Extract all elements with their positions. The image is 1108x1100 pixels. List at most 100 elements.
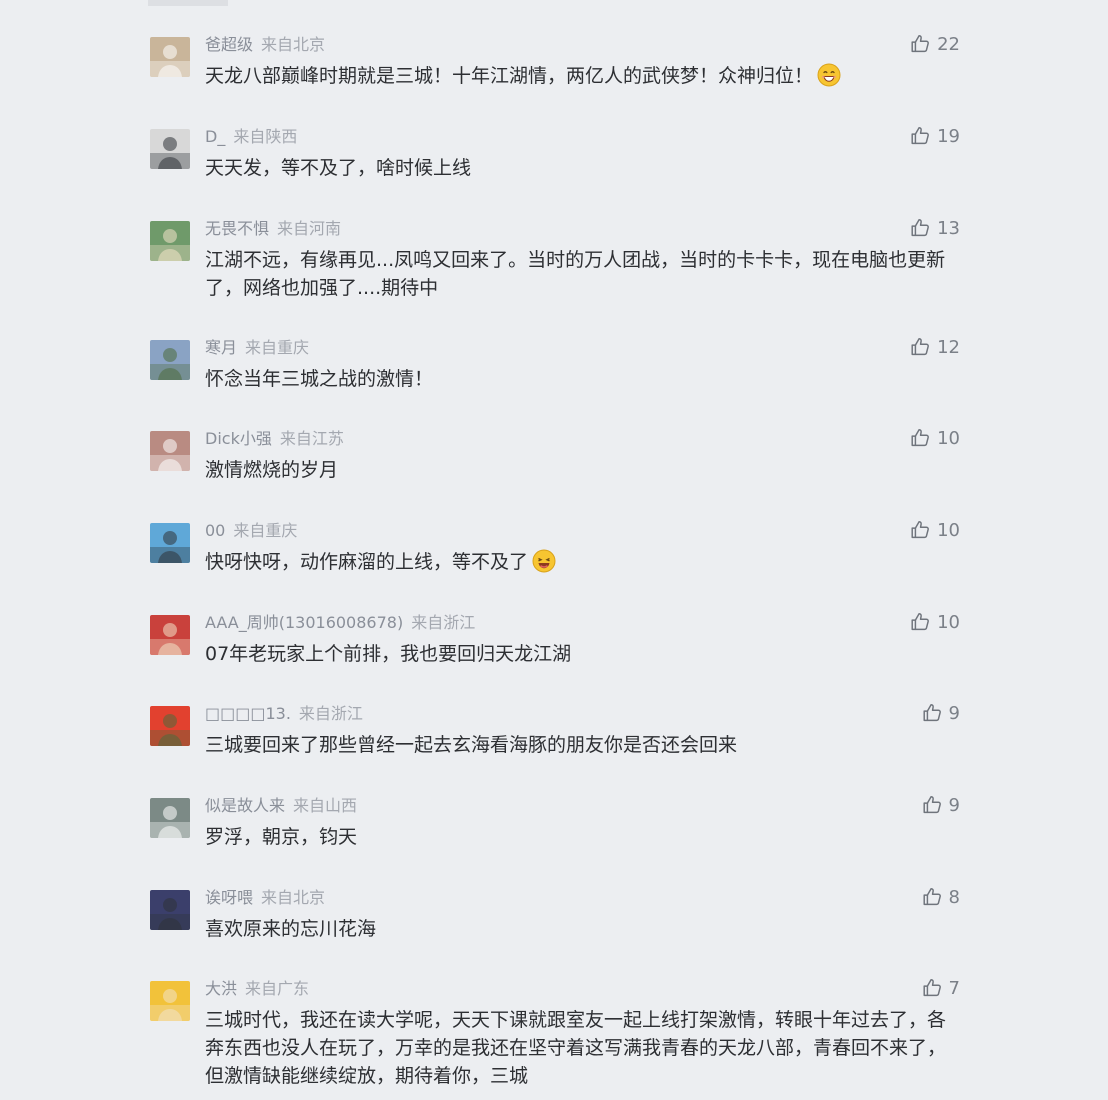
comment-text: 天龙八部巅峰时期就是三城！十年江湖情，两亿人的武侠梦！众神归位！: [205, 62, 960, 90]
username[interactable]: 爸超级: [205, 35, 253, 54]
comment-meta: 大洪 来自广东: [205, 978, 309, 1000]
comment-body: 罗浮，朝京，钧天: [205, 826, 358, 848]
comment-body: 天天发，等不及了，啥时候上线: [205, 157, 472, 179]
comment-text: 07年老玩家上个前排，我也要回归天龙江湖: [205, 640, 960, 668]
username[interactable]: 寒月: [205, 338, 237, 357]
like-button[interactable]: 10: [909, 610, 960, 634]
comment-body: 天龙八部巅峰时期就是三城！十年江湖情，两亿人的武侠梦！众神归位！: [205, 65, 814, 87]
like-count: 22: [937, 33, 960, 55]
comment-body: 怀念当年三城之战的激情！: [205, 368, 434, 390]
comment-text: 三城时代，我还在读大学呢，天天下课就跟室友一起上线打架激情，转眼十年过去了，各奔…: [205, 1006, 960, 1090]
avatar[interactable]: [150, 340, 190, 380]
thumbs-up-icon: [909, 125, 931, 147]
like-button[interactable]: 9: [921, 701, 960, 725]
grinning-emoji-icon: [817, 63, 841, 87]
comment-text: 激情燃烧的岁月: [205, 456, 960, 484]
comment-meta: □□□□13. 来自浙江: [205, 703, 363, 725]
username[interactable]: 似是故人来: [205, 796, 285, 815]
like-count: 9: [948, 794, 960, 816]
location: 来自北京: [261, 888, 326, 907]
avatar[interactable]: [150, 890, 190, 930]
location: 来自重庆: [245, 338, 310, 357]
location: 来自河南: [277, 219, 342, 238]
thumbs-up-icon: [909, 519, 931, 541]
comment-meta: 无畏不惧 来自河南: [205, 218, 341, 240]
avatar[interactable]: [150, 981, 190, 1021]
avatar[interactable]: [150, 523, 190, 563]
comment-body: 07年老玩家上个前排，我也要回归天龙江湖: [205, 643, 572, 665]
like-button[interactable]: 13: [909, 216, 960, 240]
thumbs-up-icon: [909, 427, 931, 449]
like-count: 10: [937, 427, 960, 449]
username[interactable]: 诶呀喂: [205, 888, 253, 907]
comment-body: 喜欢原来的忘川花海: [205, 918, 377, 940]
comment-text: 怀念当年三城之战的激情！: [205, 365, 960, 393]
comment-meta: Dick小强 来自江苏: [205, 428, 344, 450]
thumbs-up-icon: [921, 977, 943, 999]
avatar[interactable]: [150, 129, 190, 169]
comment-item: 爸超级 来自北京 22 天龙八部巅峰时期就是三城！十年江湖情，两亿人的武侠梦！众神归位…: [148, 28, 960, 120]
avatar[interactable]: [150, 221, 190, 261]
thumbs-up-icon: [909, 336, 931, 358]
like-count: 10: [937, 611, 960, 633]
username[interactable]: □□□□13.: [205, 704, 291, 723]
comment-page: 爸超级 来自北京 22 天龙八部巅峰时期就是三城！十年江湖情，两亿人的武侠梦！众神归位…: [0, 0, 1108, 1100]
location: 来自广东: [245, 979, 310, 998]
clipped-header-text: [148, 0, 228, 6]
laughing-emoji-icon: [532, 549, 556, 573]
like-count: 10: [937, 519, 960, 541]
like-count: 8: [948, 886, 960, 908]
avatar[interactable]: [150, 706, 190, 746]
comment-meta: AAA_周帅(13016008678) 来自浙江: [205, 612, 475, 634]
comment-meta: 似是故人来 来自山西: [205, 795, 357, 817]
username[interactable]: D_: [205, 127, 225, 146]
like-count: 19: [937, 125, 960, 147]
location: 来自江苏: [279, 429, 344, 448]
comment-text: 天天发，等不及了，啥时候上线: [205, 154, 960, 182]
comment-body: 三城时代，我还在读大学呢，天天下课就跟室友一起上线打架激情，转眼十年过去了，各奔…: [205, 1009, 947, 1087]
comment-body: 快呀快呀，动作麻溜的上线，等不及了: [205, 551, 529, 573]
like-count: 9: [948, 702, 960, 724]
avatar[interactable]: [150, 798, 190, 838]
username[interactable]: 00: [205, 521, 225, 540]
location: 来自山西: [293, 796, 358, 815]
location: 来自陕西: [233, 127, 298, 146]
like-button[interactable]: 9: [921, 793, 960, 817]
like-button[interactable]: 10: [909, 518, 960, 542]
like-button[interactable]: 10: [909, 426, 960, 450]
thumbs-up-icon: [921, 886, 943, 908]
comment-item: 大洪 来自广东 7 三城时代，我还在读大学呢，天天下课就跟室友一起上线打架激情，转眼十…: [148, 972, 960, 1097]
avatar[interactable]: [150, 615, 190, 655]
comment-meta: 00 来自重庆: [205, 520, 297, 542]
like-button[interactable]: 12: [909, 335, 960, 359]
comment-text: 快呀快呀，动作麻溜的上线，等不及了: [205, 548, 960, 576]
comment-item: AAA_周帅(13016008678) 来自浙江 10 07年老玩家上个前排，我也要回…: [148, 606, 960, 697]
comment-meta: 寒月 来自重庆: [205, 337, 309, 359]
comment-item: 似是故人来 来自山西 9 罗浮，朝京，钧天: [148, 789, 960, 881]
like-button[interactable]: 8: [921, 885, 960, 909]
comment-body: 激情燃烧的岁月: [205, 459, 339, 481]
comment-meta: 爸超级 来自北京: [205, 34, 325, 56]
avatar[interactable]: [150, 37, 190, 77]
like-count: 7: [948, 977, 960, 999]
username[interactable]: Dick小强: [205, 429, 272, 448]
thumbs-up-icon: [909, 217, 931, 239]
comment-meta: D_ 来自陕西: [205, 126, 297, 148]
username[interactable]: AAA_周帅(13016008678): [205, 613, 403, 632]
comment-item: 诶呀喂 来自北京 8 喜欢原来的忘川花海: [148, 881, 960, 972]
location: 来自北京: [261, 35, 326, 54]
comment-text: 罗浮，朝京，钧天: [205, 823, 960, 851]
location: 来自重庆: [233, 521, 298, 540]
username[interactable]: 无畏不惧: [205, 219, 269, 238]
avatar[interactable]: [150, 431, 190, 471]
username[interactable]: 大洪: [205, 979, 237, 998]
location: 来自浙江: [298, 704, 363, 723]
comment-text: 江湖不远，有缘再见...凤鸣又回来了。当时的万人团战，当时的卡卡卡，现在电脑也更…: [205, 246, 960, 302]
comment-item: 寒月 来自重庆 12 怀念当年三城之战的激情！: [148, 331, 960, 422]
comment-meta: 诶呀喂 来自北京: [205, 887, 325, 909]
like-button[interactable]: 7: [921, 976, 960, 1000]
like-button[interactable]: 19: [909, 124, 960, 148]
comment-item: 00 来自重庆 10 快呀快呀，动作麻溜的上线，等不及了: [148, 514, 960, 606]
thumbs-up-icon: [921, 702, 943, 724]
like-button[interactable]: 22: [909, 32, 960, 56]
